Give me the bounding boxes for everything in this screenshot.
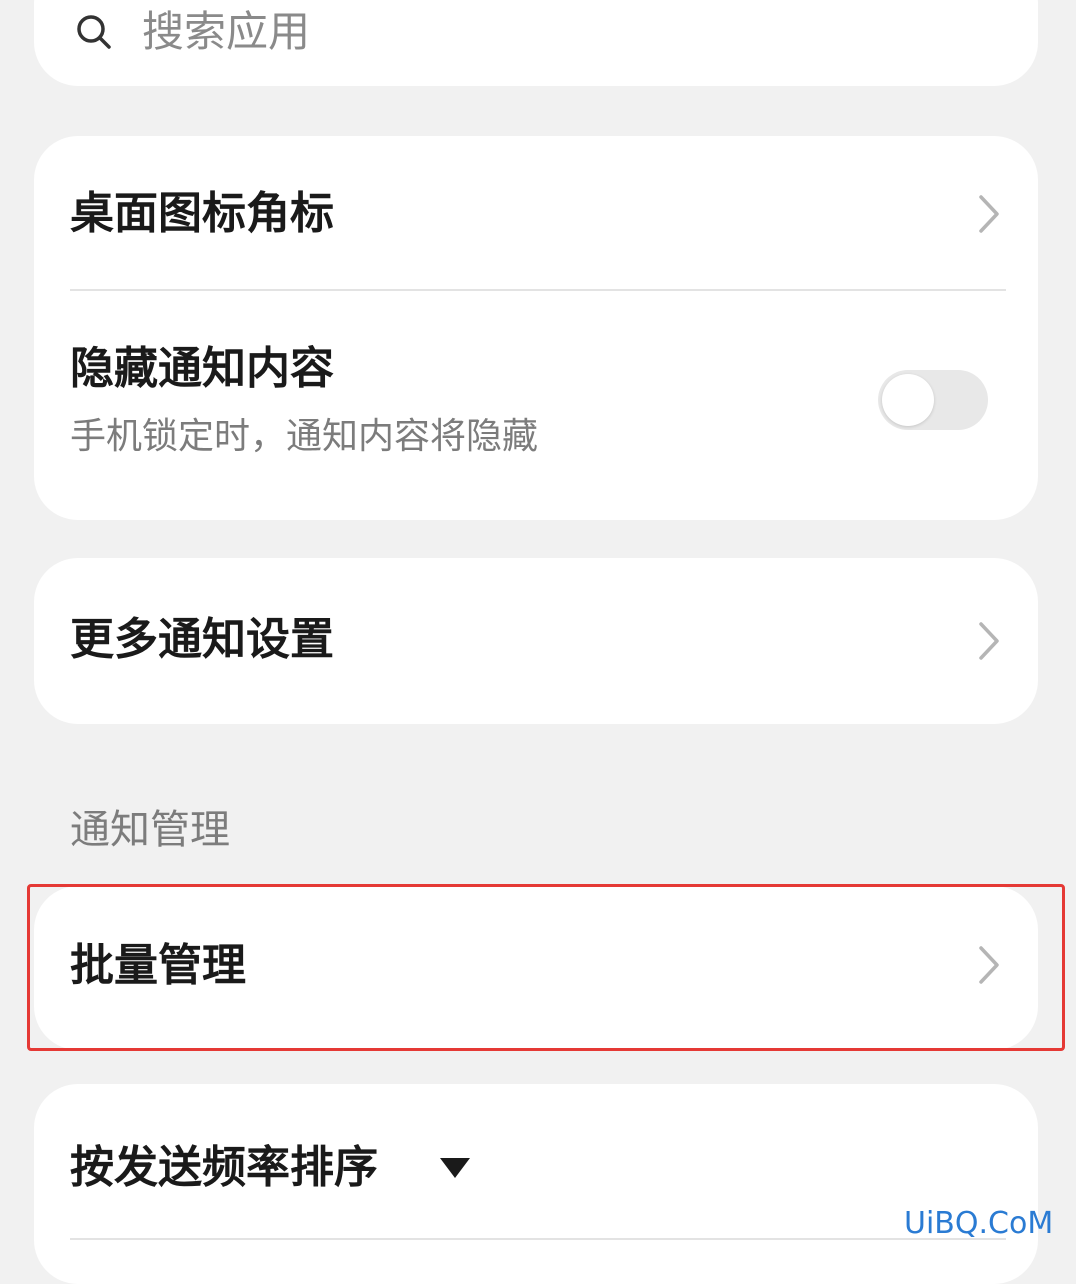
sort-label: 按发送频率排序 — [70, 1142, 378, 1193]
sort-card: 按发送频率排序 — [34, 1084, 1038, 1284]
search-icon — [77, 15, 111, 49]
settings-group-general: 桌面图标角标 隐藏通知内容 手机锁定时，通知内容将隐藏 — [34, 136, 1038, 520]
section-title-notification-management: 通知管理 — [70, 807, 230, 853]
divider — [70, 1238, 1006, 1240]
more-settings-row[interactable]: 更多通知设置 — [34, 558, 1038, 724]
toggle-knob — [882, 374, 934, 426]
desktop-badge-label: 桌面图标角标 — [70, 188, 334, 239]
more-settings-label: 更多通知设置 — [70, 614, 334, 665]
hide-content-toggle[interactable] — [878, 370, 988, 430]
desktop-badge-row[interactable]: 桌面图标角标 — [34, 136, 1038, 290]
hide-content-description: 手机锁定时，通知内容将隐藏 — [70, 416, 539, 457]
chevron-right-icon — [979, 622, 999, 660]
hide-content-label: 隐藏通知内容 — [70, 343, 334, 394]
watermark: UiBQ.CoM — [904, 1206, 1054, 1241]
chevron-right-icon — [979, 195, 999, 233]
search-placeholder: 搜索应用 — [142, 7, 311, 56]
dropdown-triangle-icon — [440, 1158, 470, 1178]
highlight-annotation-box — [27, 884, 1065, 1051]
sort-dropdown[interactable]: 按发送频率排序 — [34, 1084, 514, 1238]
search-bar[interactable]: 搜索应用 — [34, 0, 1038, 86]
